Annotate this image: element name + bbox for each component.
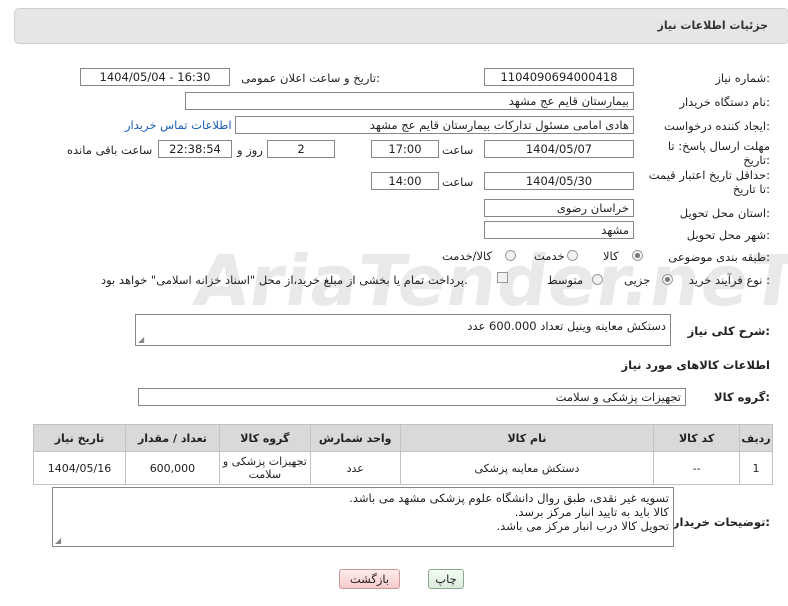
- back-button[interactable]: بازگشت: [339, 569, 400, 589]
- category-radio-goods[interactable]: [632, 250, 643, 261]
- buyer-notes-textarea: تسویه غیر نقدی، طبق روال دانشگاه علوم پز…: [52, 487, 674, 547]
- print-button[interactable]: چاپ: [428, 569, 464, 589]
- city-field: مشهد: [484, 221, 634, 239]
- need-number-field: 1104090694000418: [484, 68, 634, 86]
- validity-time-label: ساعت: [442, 175, 474, 189]
- process-option-small: جزیی: [624, 273, 651, 287]
- col-header-row: ردیف: [739, 424, 773, 452]
- buyer-contact-link[interactable]: اطلاعات تماس خریدار: [125, 118, 232, 132]
- summary-text: دستکش معاینه وینیل تعداد 600.000 عدد: [467, 319, 666, 333]
- summary-label: شرح کلی نیاز:: [687, 324, 770, 338]
- validity-label-2: تا تاریخ:: [732, 182, 770, 196]
- city-label: شهر محل تحویل:: [686, 228, 770, 242]
- buyer-label: نام دستگاه خریدار:: [679, 95, 770, 109]
- cell-group: تجهیزات پزشکی و سلامت: [218, 451, 311, 485]
- col-header-name: نام کالا: [399, 424, 655, 452]
- cell-name: دستکش معاینه پزشکی: [399, 451, 655, 485]
- remaining-label: ساعت باقی مانده: [67, 143, 153, 157]
- need-number-label: شماره نیاز:: [715, 71, 770, 85]
- buyer-notes-label: توضیحات خریدار:: [672, 515, 770, 529]
- cell-unit: عدد: [309, 451, 401, 485]
- province-label: استان محل تحویل:: [679, 206, 770, 220]
- process-option-medium: متوسط: [547, 273, 584, 287]
- goods-group-field: تجهیزات پزشکی و سلامت: [138, 388, 686, 406]
- items-table: ردیف کد کالا نام کالا واحد شمارش گروه کا…: [33, 424, 773, 485]
- deadline-label-2: تاریخ:: [743, 153, 770, 167]
- cell-date: 1404/05/16: [33, 451, 126, 485]
- resize-grip-icon[interactable]: ◢: [138, 335, 144, 344]
- validity-time-field: 14:00: [371, 172, 439, 190]
- category-option-both: کالا/خدمت: [442, 249, 493, 263]
- buyer-note-line: تحویل کالا درب انبار مرکز می باشد.: [496, 519, 669, 533]
- province-field: خراسان رضوی: [484, 199, 634, 217]
- process-radio-medium[interactable]: [592, 274, 603, 285]
- validity-label: حداقل تاریخ اعتبار قیمت:: [648, 168, 770, 182]
- deadline-time-field: 17:00: [371, 140, 439, 158]
- creator-field: هادی امامی مسئول تدارکات بیمارستان قایم …: [235, 116, 634, 134]
- buyer-note-line: تسویه غیر نقدی، طبق روال دانشگاه علوم پز…: [349, 491, 669, 505]
- buyer-note-line: کالا باید به تایید انبار مرکز برسد.: [514, 505, 669, 519]
- category-option-service: خدمت: [534, 249, 565, 263]
- cell-code: --: [653, 451, 741, 485]
- days-field: 2: [267, 140, 335, 158]
- category-option-goods: کالا: [603, 249, 619, 263]
- goods-group-label: گروه کالا:: [714, 390, 770, 404]
- category-radio-service[interactable]: [567, 250, 578, 261]
- col-header-unit: واحد شمارش: [309, 424, 401, 452]
- summary-textarea: دستکش معاینه وینیل تعداد 600.000 عدد ◢: [135, 314, 671, 346]
- announce-label: تاریخ و ساعت اعلان عمومی:: [241, 71, 380, 85]
- deadline-time-label: ساعت: [442, 143, 474, 157]
- table-row: 1 -- دستکش معاینه پزشکی عدد تجهیزات پزشک…: [33, 451, 773, 485]
- process-radio-small[interactable]: [662, 274, 673, 285]
- category-label: طبقه بندی موضوعی:: [668, 250, 770, 264]
- days-label: روز و: [237, 143, 263, 157]
- deadline-date-field: 1404/05/07: [484, 140, 634, 158]
- payment-checkbox[interactable]: [497, 272, 508, 283]
- header-panel: جزئیات اطلاعات نیاز: [14, 8, 788, 44]
- col-header-qty: تعداد / مقدار: [125, 424, 220, 452]
- resize-grip-icon[interactable]: ◢: [55, 536, 61, 545]
- remaining-time-field: 22:38:54: [158, 140, 232, 158]
- table-header-row: ردیف کد کالا نام کالا واحد شمارش گروه کا…: [33, 424, 773, 452]
- payment-note: پرداخت تمام یا بخشی از مبلغ خرید،از محل …: [101, 273, 468, 287]
- goods-info-title: اطلاعات کالاهای مورد نیاز: [621, 358, 770, 372]
- col-header-code: کد کالا: [653, 424, 741, 452]
- cell-row: 1: [739, 451, 773, 485]
- category-radio-both[interactable]: [505, 250, 516, 261]
- col-header-date: تاریخ نیاز: [33, 424, 126, 452]
- validity-date-field: 1404/05/30: [484, 172, 634, 190]
- page-title: جزئیات اطلاعات نیاز: [657, 19, 769, 32]
- cell-qty: 600,000: [125, 451, 220, 485]
- creator-label: ایجاد کننده درخواست:: [664, 119, 770, 133]
- announce-field: 1404/05/04 - 16:30: [80, 68, 230, 86]
- col-header-group: گروه کالا: [218, 424, 311, 452]
- deadline-label: مهلت ارسال پاسخ: تا: [667, 139, 770, 153]
- process-label: نوع فرآیند خرید :: [688, 273, 770, 287]
- buyer-field: بیمارستان قایم عج مشهد: [185, 92, 634, 110]
